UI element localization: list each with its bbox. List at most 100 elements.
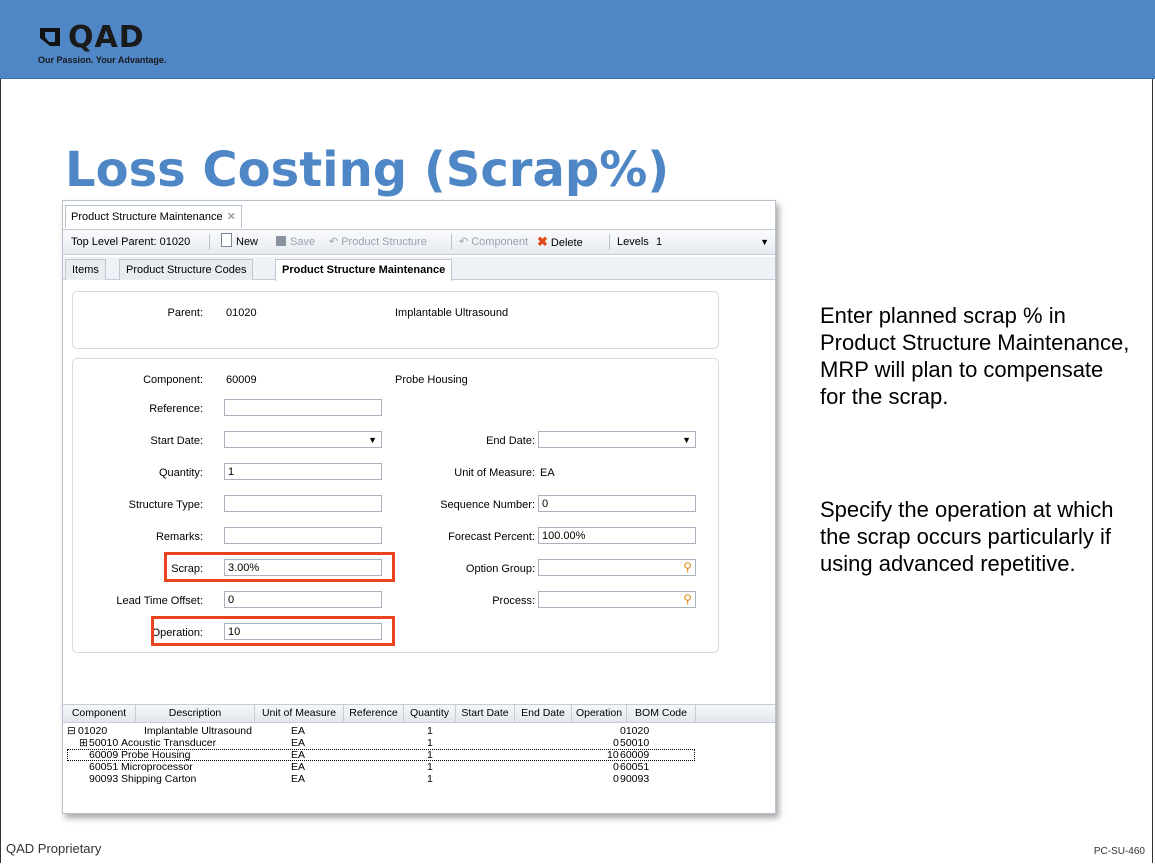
footer-slide-code: PC-SU-460 bbox=[1093, 846, 1145, 857]
product-structure-label: Product Structure bbox=[341, 236, 427, 248]
document-tab-bar: Product Structure Maintenance ✕ bbox=[63, 201, 775, 230]
slide-title: Loss Costing (Scrap%) bbox=[65, 142, 670, 198]
row-bom-code: 60009 bbox=[620, 749, 650, 761]
column-header-description[interactable]: Description bbox=[136, 705, 255, 722]
process-field[interactable]: ⚲ bbox=[538, 591, 696, 608]
row-uom: EA bbox=[291, 761, 306, 773]
table-row[interactable]: 90093 Shipping Carton EA 1 0 90093 bbox=[63, 773, 775, 785]
app-window: Product Structure Maintenance ✕ Top Level… bbox=[62, 200, 776, 814]
tab-product-structure-maintenance[interactable]: Product Structure Maintenance ✕ bbox=[65, 205, 242, 228]
sequence-number-label: Sequence Number: bbox=[440, 499, 535, 511]
table-row[interactable]: ⊟ 01020 Implantable Ultrasound EA 1 0102… bbox=[63, 725, 775, 737]
column-header-bom-code[interactable]: BOM Code bbox=[627, 705, 696, 722]
save-icon bbox=[276, 236, 286, 246]
row-description: Probe Housing bbox=[121, 749, 191, 761]
qad-logo-icon bbox=[40, 28, 60, 46]
row-component: 50010 bbox=[89, 737, 119, 749]
table-row[interactable]: 60051 Microprocessor EA 1 0 60051 bbox=[63, 761, 775, 773]
chevron-down-icon[interactable]: ▼ bbox=[760, 230, 769, 254]
delete-icon: ✖ bbox=[537, 234, 548, 249]
header-banner: QAD Our Passion. Your Advantage. bbox=[0, 0, 1155, 79]
delete-button[interactable]: ✖ Delete bbox=[537, 230, 583, 254]
row-operation: 0 bbox=[613, 773, 619, 785]
column-header-end-date[interactable]: End Date bbox=[515, 705, 572, 722]
levels-value[interactable]: 1 bbox=[656, 230, 662, 254]
search-icon[interactable]: ⚲ bbox=[683, 591, 692, 608]
column-header-operation[interactable]: Operation bbox=[572, 705, 627, 722]
lead-time-offset-label: Lead Time Offset: bbox=[116, 595, 203, 607]
option-group-field[interactable]: ⚲ bbox=[538, 559, 696, 576]
component-button[interactable]: ↶ Component bbox=[459, 230, 528, 254]
toolbar-separator bbox=[209, 234, 210, 250]
product-structure-button[interactable]: ↶ Product Structure bbox=[329, 230, 427, 254]
column-header-start-date[interactable]: Start Date bbox=[456, 705, 515, 722]
column-header-unit-of-measure[interactable]: Unit of Measure bbox=[255, 705, 344, 722]
row-bom-code: 01020 bbox=[620, 725, 650, 737]
close-icon[interactable]: ✕ bbox=[227, 211, 236, 223]
row-quantity: 1 bbox=[427, 749, 433, 761]
table-row-selected[interactable]: 60009 Probe Housing EA 1 10 60009 bbox=[67, 749, 695, 761]
column-header-component[interactable]: Component bbox=[63, 705, 136, 722]
sequence-number-field[interactable]: 0 bbox=[538, 495, 696, 512]
forecast-percent-field[interactable]: 100.00% bbox=[538, 527, 696, 544]
uom-value: EA bbox=[540, 467, 555, 479]
delete-label: Delete bbox=[550, 237, 583, 249]
tree-collapse-icon[interactable]: ⊟ bbox=[67, 725, 76, 737]
tree-expand-icon[interactable]: ⊞ bbox=[79, 737, 88, 749]
quantity-label: Quantity: bbox=[158, 467, 203, 479]
undo-icon: ↶ bbox=[329, 236, 339, 248]
search-icon[interactable]: ⚲ bbox=[683, 559, 692, 576]
tab-product-structure-codes[interactable]: Product Structure Codes bbox=[119, 259, 254, 280]
tab-items[interactable]: Items bbox=[65, 259, 106, 280]
new-document-icon bbox=[221, 233, 232, 247]
top-level-parent-button[interactable]: Top Level Parent: 01020 bbox=[71, 230, 190, 254]
row-uom: EA bbox=[291, 749, 306, 761]
toolbar-separator bbox=[451, 234, 452, 250]
row-component: 60051 bbox=[89, 761, 119, 773]
end-date-field[interactable]: ▼ bbox=[538, 431, 696, 448]
end-date-label: End Date: bbox=[486, 435, 535, 447]
reference-label: Reference: bbox=[149, 403, 203, 415]
option-group-label: Option Group: bbox=[465, 563, 535, 575]
reference-field[interactable] bbox=[224, 399, 382, 416]
row-uom: EA bbox=[291, 737, 306, 749]
row-bom-code: 60051 bbox=[620, 761, 650, 773]
chevron-down-icon[interactable]: ▼ bbox=[368, 432, 377, 449]
uom-label: Unit of Measure: bbox=[454, 467, 535, 479]
undo-icon: ↶ bbox=[459, 236, 469, 248]
table-row[interactable]: ⊞ 50010 Acoustic Transducer EA 1 0 50010 bbox=[63, 737, 775, 749]
column-header-reference[interactable]: Reference bbox=[344, 705, 404, 722]
lead-time-offset-field[interactable]: 0 bbox=[224, 591, 382, 608]
row-component: 90093 bbox=[89, 773, 119, 785]
toolbar: Top Level Parent: 01020 New Save ↶ Produc… bbox=[63, 230, 775, 255]
column-header-quantity[interactable]: Quantity bbox=[404, 705, 456, 722]
chevron-down-icon[interactable]: ▼ bbox=[682, 432, 691, 449]
row-description: Implantable Ultrasound bbox=[144, 725, 252, 737]
subtab-bar: Items Product Structure Codes Product St… bbox=[63, 257, 775, 281]
row-uom: EA bbox=[291, 725, 306, 737]
toolbar-separator bbox=[609, 234, 610, 250]
component-description: Probe Housing bbox=[395, 374, 468, 386]
parent-group bbox=[72, 291, 719, 349]
note-paragraph-2: Specify the operation at which the scrap… bbox=[820, 497, 1114, 576]
operation-highlight-box bbox=[151, 616, 395, 646]
row-quantity: 1 bbox=[427, 761, 433, 773]
tab-product-structure-maintenance[interactable]: Product Structure Maintenance bbox=[275, 259, 453, 281]
row-bom-code: 90093 bbox=[620, 773, 650, 785]
parent-code: 01020 bbox=[226, 307, 257, 319]
start-date-field[interactable]: ▼ bbox=[224, 431, 382, 448]
remarks-label: Remarks: bbox=[155, 531, 203, 543]
new-button[interactable]: New bbox=[221, 230, 258, 254]
save-button[interactable]: Save bbox=[276, 230, 315, 254]
row-operation: 0 bbox=[613, 761, 619, 773]
row-description: Shipping Carton bbox=[121, 773, 197, 785]
quantity-field[interactable]: 1 bbox=[224, 463, 382, 480]
structure-type-field[interactable] bbox=[224, 495, 382, 512]
row-quantity: 1 bbox=[427, 725, 433, 737]
footer-proprietary: QAD Proprietary bbox=[6, 841, 102, 856]
scrap-highlight-box bbox=[164, 552, 395, 582]
process-label: Process: bbox=[492, 595, 535, 607]
row-component: 60009 bbox=[89, 749, 119, 761]
component-code: 60009 bbox=[226, 374, 257, 386]
remarks-field[interactable] bbox=[224, 527, 382, 544]
